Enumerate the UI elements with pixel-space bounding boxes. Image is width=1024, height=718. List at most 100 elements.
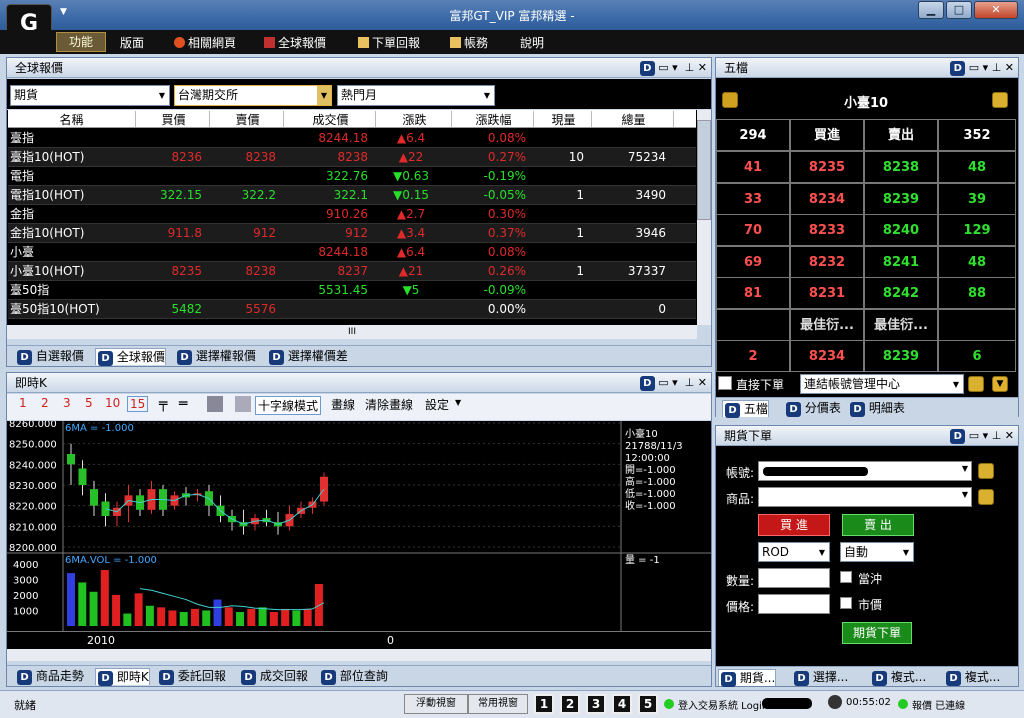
- five-level-cell[interactable]: 2: [716, 340, 790, 372]
- five-level-cell[interactable]: 8242: [864, 277, 938, 309]
- menu-function[interactable]: 功能: [56, 32, 106, 52]
- five-level-cell[interactable]: [938, 308, 1016, 341]
- quote-row[interactable]: 臺50指 5531.45 ▼5 -0.09%: [8, 281, 696, 300]
- product-select[interactable]: ▼: [758, 487, 972, 507]
- quote-row[interactable]: 小臺10(HOT) 8235 8238 8237 ▲21 0.26% 1 37337: [8, 262, 696, 281]
- five-level-cell[interactable]: 8234: [790, 340, 864, 372]
- five-level-cell[interactable]: 39: [938, 182, 1016, 215]
- five-level-cell[interactable]: 8232: [790, 245, 864, 278]
- lock-icon[interactable]: [978, 463, 994, 479]
- period-1[interactable]: 1: [19, 396, 27, 410]
- buy-button[interactable]: 買 進: [758, 514, 830, 536]
- account-select[interactable]: ▼: [758, 461, 972, 481]
- five-level-cell[interactable]: 88: [938, 277, 1016, 309]
- sell-button[interactable]: 賣 出: [842, 514, 914, 536]
- five-level-cell[interactable]: 最佳衍...: [864, 308, 938, 341]
- five-level-cell[interactable]: 8239: [864, 182, 938, 215]
- column-header[interactable]: 漲跌幅: [454, 111, 534, 127]
- market-type-select[interactable]: 期貨 ▼: [10, 85, 170, 106]
- quote-row[interactable]: 金指10(HOT) 911.8 912 912 ▲3.4 0.37% 1 3946: [8, 224, 696, 243]
- crosshair-mode-button[interactable]: 十字線模式: [255, 396, 322, 415]
- period-10[interactable]: 10: [105, 396, 120, 410]
- tab-price-table[interactable]: D 分價表: [784, 400, 841, 417]
- dock-icon[interactable]: D: [950, 429, 966, 444]
- common-window-button[interactable]: 常用視窗: [468, 694, 528, 714]
- page-button-5[interactable]: 5: [638, 694, 658, 714]
- quote-row[interactable]: 小臺 8244.18 ▲6.4 0.08%: [8, 243, 696, 262]
- settings-button[interactable]: 設定: [425, 396, 449, 413]
- account-center-select[interactable]: 連結帳號管理中心 ▼: [800, 374, 964, 394]
- menu-accounting[interactable]: 帳務: [450, 34, 488, 51]
- horizontal-scrollbar[interactable]: III: [7, 325, 697, 339]
- five-level-cell[interactable]: 70: [716, 214, 790, 246]
- tab-option-spread[interactable]: D 選擇權價差: [267, 348, 348, 365]
- layout-icon[interactable]: [207, 396, 223, 412]
- column-header[interactable]: 名稱: [8, 111, 136, 127]
- tab-watchlist[interactable]: D 自選報價: [15, 348, 84, 365]
- expand-icon[interactable]: ▼: [992, 376, 1008, 392]
- menu-layout[interactable]: 版面: [120, 34, 144, 51]
- lock-icon[interactable]: [992, 92, 1008, 108]
- column-header[interactable]: 成交價: [286, 111, 376, 127]
- order-type-select[interactable]: ROD ▼: [758, 542, 830, 562]
- tab-combo-2[interactable]: D 複式...: [944, 669, 1000, 686]
- quantity-input[interactable]: [758, 568, 830, 588]
- menu-help[interactable]: 說明: [520, 34, 544, 51]
- period-2[interactable]: 2: [41, 396, 49, 410]
- quote-row[interactable]: 臺指10(HOT) 8236 8238 8238 ▲22 0.27% 10 75234: [8, 148, 696, 167]
- system-menu-arrow-icon[interactable]: ▼: [60, 7, 67, 17]
- column-header[interactable]: 漲跌: [378, 111, 452, 127]
- month-select[interactable]: 熱門月 ▼: [337, 85, 495, 106]
- maximize-button[interactable]: □: [946, 1, 972, 19]
- five-level-cell[interactable]: 48: [938, 245, 1016, 278]
- five-header-cell[interactable]: 352: [938, 119, 1016, 151]
- close-button[interactable]: ✕: [974, 1, 1018, 19]
- column-header[interactable]: 買價: [138, 111, 210, 127]
- five-header-cell[interactable]: 294: [716, 119, 790, 151]
- direct-order-checkbox[interactable]: [718, 376, 732, 390]
- tab-entrust-report[interactable]: D 委託回報: [157, 668, 226, 685]
- tab-options[interactable]: D 選擇...: [792, 669, 848, 686]
- toolbar-more-icon[interactable]: ▼: [455, 398, 461, 407]
- tab-position-query[interactable]: D 部位查詢: [319, 668, 388, 685]
- page-button-2[interactable]: 2: [560, 694, 580, 714]
- float-window-button[interactable]: 浮動視窗: [404, 694, 468, 714]
- tab-product-trend[interactable]: D 商品走勢: [15, 668, 84, 685]
- tab-combo-1[interactable]: D 複式...: [870, 669, 926, 686]
- column-header[interactable]: 總量: [594, 111, 674, 127]
- menu-related-pages[interactable]: 相關網頁: [174, 34, 236, 51]
- exchange-select[interactable]: 台灣期交所 ▼: [174, 85, 332, 106]
- tab-futures[interactable]: D 期貨...: [718, 669, 777, 687]
- five-level-cell[interactable]: [716, 308, 790, 341]
- five-level-cell[interactable]: 8238: [864, 151, 938, 183]
- price-input[interactable]: [758, 594, 830, 614]
- tab-global-quote[interactable]: D 全球報價: [95, 348, 166, 366]
- five-level-cell[interactable]: 最佳衍...: [790, 308, 864, 341]
- daytrade-checkbox[interactable]: [840, 571, 852, 583]
- menu-order-report[interactable]: 下單回報: [358, 34, 420, 51]
- period-3[interactable]: 3: [63, 396, 71, 410]
- kline-chart[interactable]: 8260.000 8250.000 8240.000 8230.000 8220.000…: [7, 419, 711, 631]
- dock-icon[interactable]: D: [950, 61, 966, 76]
- chart-scrollbar[interactable]: [7, 649, 711, 661]
- five-level-cell[interactable]: 6: [938, 340, 1016, 372]
- tab-realtime-k[interactable]: D 即時K: [95, 668, 150, 686]
- five-level-cell[interactable]: 8240: [864, 214, 938, 246]
- quote-row[interactable]: 臺指 8244.18 ▲6.4 0.08%: [8, 129, 696, 148]
- minimize-button[interactable]: ▁: [918, 1, 944, 19]
- five-level-cell[interactable]: 48: [938, 151, 1016, 183]
- quote-row[interactable]: 電指 322.76 ▼0.63 -0.19%: [8, 167, 696, 186]
- line-tool-icon[interactable]: ╤: [159, 396, 167, 412]
- page-button-4[interactable]: 4: [612, 694, 632, 714]
- five-level-cell[interactable]: 33: [716, 182, 790, 215]
- clear-lines-button[interactable]: 清除畫線: [365, 396, 413, 413]
- draw-line-button[interactable]: 畫線: [331, 396, 355, 413]
- five-level-cell[interactable]: 8234: [790, 182, 864, 215]
- five-level-cell[interactable]: 8239: [864, 340, 938, 372]
- color-icon[interactable]: [235, 396, 251, 412]
- five-level-cell[interactable]: 81: [716, 277, 790, 309]
- period-15[interactable]: 15: [127, 396, 149, 412]
- page-button-3[interactable]: 3: [586, 694, 606, 714]
- dock-icon[interactable]: D: [639, 61, 655, 76]
- five-level-cell[interactable]: 69: [716, 245, 790, 278]
